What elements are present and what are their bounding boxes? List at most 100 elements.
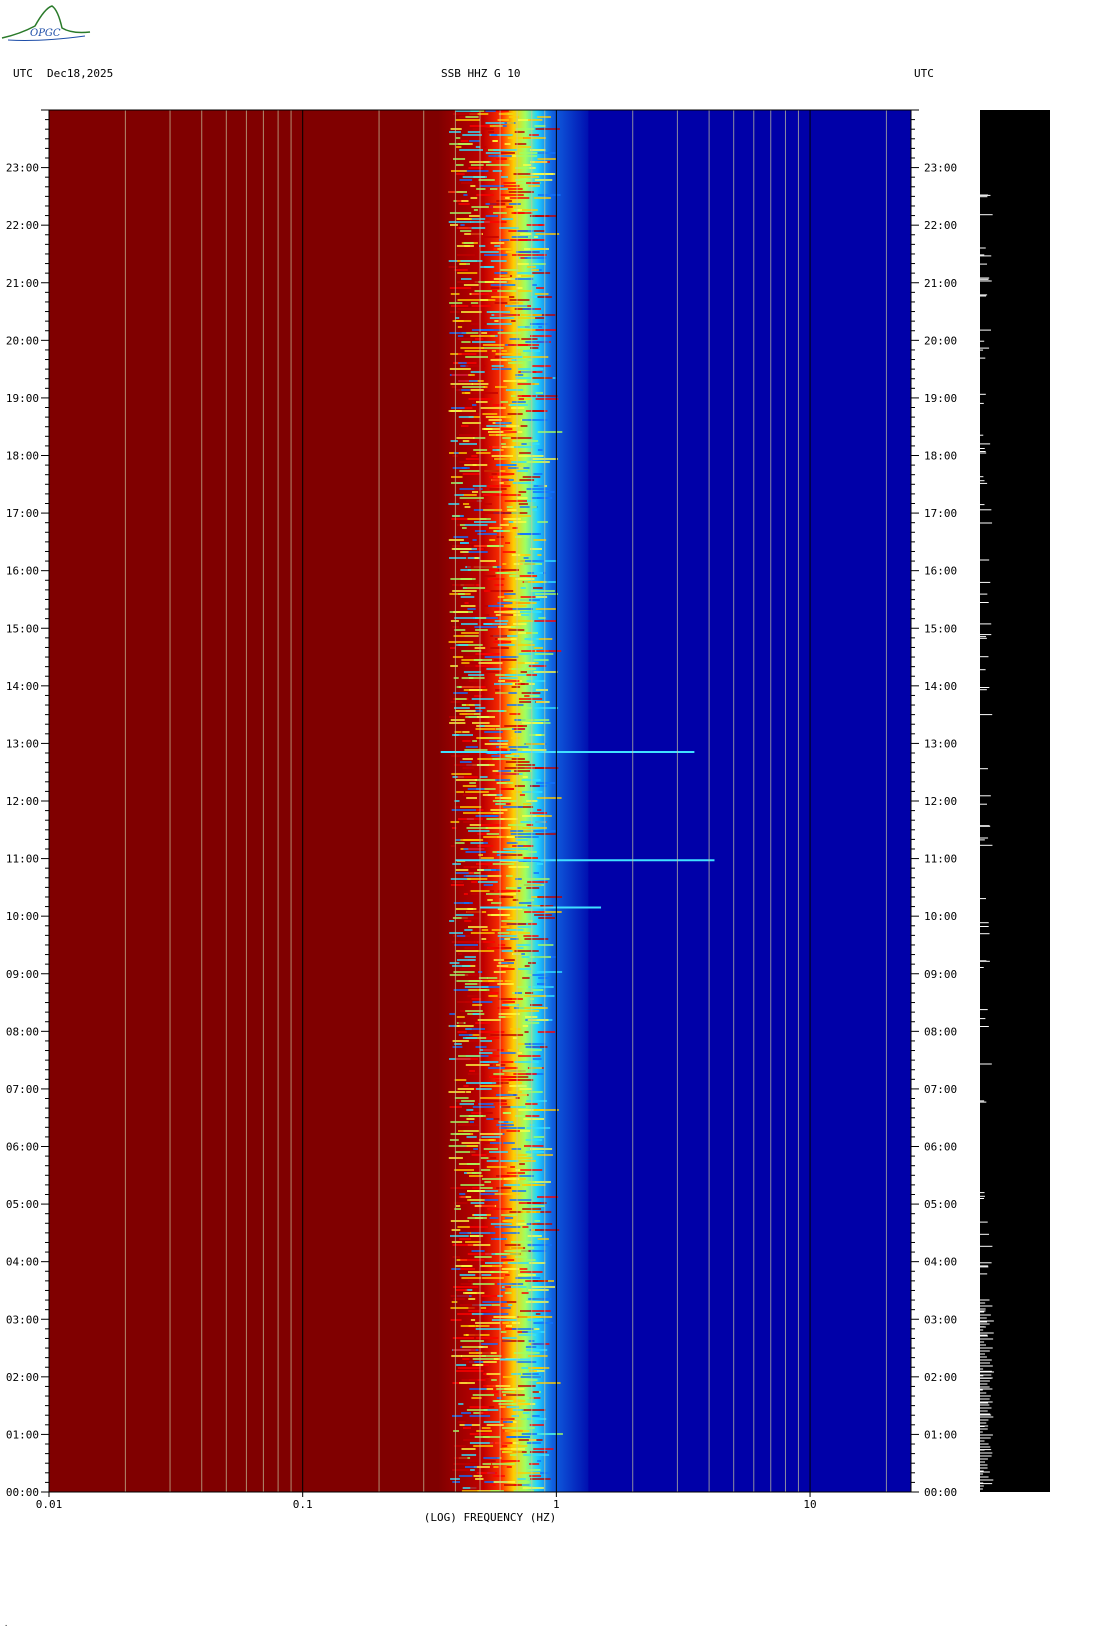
noise-streak (503, 380, 527, 382)
noise-streak (453, 1463, 478, 1465)
noise-streak (458, 1034, 473, 1036)
noise-streak (457, 281, 479, 283)
noise-streak (486, 1424, 504, 1426)
noise-streak (499, 227, 519, 229)
noise-streak (463, 1427, 471, 1429)
noise-streak (465, 791, 489, 793)
noise-streak (468, 167, 482, 169)
noise-streak (524, 911, 545, 913)
noise-streak (518, 491, 527, 493)
noise-streak (520, 233, 532, 235)
noise-streak (499, 194, 524, 196)
noise-streak (467, 608, 476, 610)
noise-streak (513, 521, 527, 523)
noise-streak (534, 707, 559, 709)
noise-streak (506, 929, 524, 931)
noise-streak (518, 455, 544, 457)
noise-streak (476, 452, 491, 454)
noise-streak (508, 629, 525, 631)
noise-streak (513, 1484, 519, 1486)
noise-streak (502, 605, 527, 607)
noise-streak (509, 1454, 517, 1456)
noise-streak (523, 830, 535, 832)
noise-streak (456, 245, 474, 247)
noise-streak (526, 1223, 532, 1225)
noise-streak (452, 965, 471, 967)
noise-streak (462, 758, 473, 760)
noise-streak (448, 641, 474, 643)
noise-streak (454, 1169, 474, 1171)
noise-streak (455, 710, 476, 712)
noise-streak (454, 269, 468, 271)
noise-streak (500, 797, 512, 799)
noise-streak (488, 434, 515, 436)
noise-streak (517, 1478, 526, 1480)
noise-streak (513, 623, 527, 625)
noise-streak (523, 557, 529, 559)
noise-streak (521, 650, 536, 652)
noise-streak (500, 401, 508, 403)
noise-streak (456, 791, 464, 793)
noise-streak (497, 1283, 524, 1285)
noise-streak (518, 368, 544, 370)
noise-streak (450, 305, 469, 307)
noise-streak (487, 914, 510, 916)
noise-streak (490, 635, 508, 637)
noise-streak (520, 1169, 543, 1171)
noise-streak (518, 968, 532, 970)
noise-streak (529, 215, 550, 217)
noise-streak (511, 686, 521, 688)
noise-streak (473, 437, 486, 439)
noise-streak (459, 713, 481, 715)
noise-streak (529, 167, 536, 169)
noise-streak (533, 1109, 559, 1111)
noise-streak (450, 701, 463, 703)
noise-streak (449, 1013, 455, 1015)
noise-streak (475, 728, 496, 730)
noise-streak (495, 386, 508, 388)
noise-streak (511, 1241, 532, 1243)
x-axis: 0.01 0.1 1 10 (36, 1492, 817, 1511)
x-tick-label: 10 (803, 1498, 816, 1511)
x-tick-label: 0.1 (293, 1498, 313, 1511)
noise-streak (472, 722, 490, 724)
noise-streak (457, 1313, 474, 1315)
noise-streak (515, 878, 522, 880)
noise-streak (448, 1091, 466, 1093)
noise-streak (481, 1178, 502, 1180)
noise-streak (537, 395, 558, 397)
noise-streak (458, 1403, 464, 1405)
y-tick-label-left: 23:00 (6, 162, 39, 175)
noise-streak (525, 1016, 538, 1018)
noise-streak (463, 284, 479, 286)
noise-streak (500, 1160, 511, 1162)
noise-streak (465, 458, 479, 460)
noise-streak (495, 803, 506, 805)
noise-streak (521, 779, 541, 781)
noise-streak (497, 596, 505, 598)
noise-streak (478, 854, 483, 856)
y-tick-label-left: 15:00 (6, 622, 39, 635)
noise-streak (502, 551, 516, 553)
noise-streak (496, 1094, 518, 1096)
noise-streak (506, 1172, 525, 1174)
noise-streak (527, 1202, 547, 1204)
noise-streak (502, 1220, 511, 1222)
noise-streak (516, 944, 531, 946)
noise-streak (533, 485, 545, 487)
noise-streak (464, 1424, 472, 1426)
noise-streak (494, 1400, 514, 1402)
noise-streak (483, 1148, 498, 1150)
noise-streak (483, 623, 508, 625)
noise-streak (511, 512, 520, 514)
y-tick-label-right: 14:00 (924, 680, 957, 693)
noise-streak (492, 404, 503, 406)
noise-streak (460, 605, 476, 607)
noise-streak (490, 1157, 497, 1159)
noise-streak (458, 362, 467, 364)
noise-streak (455, 137, 461, 139)
noise-streak (454, 764, 477, 766)
noise-streak (457, 272, 478, 274)
noise-streak (522, 776, 528, 778)
noise-streak (532, 491, 555, 493)
